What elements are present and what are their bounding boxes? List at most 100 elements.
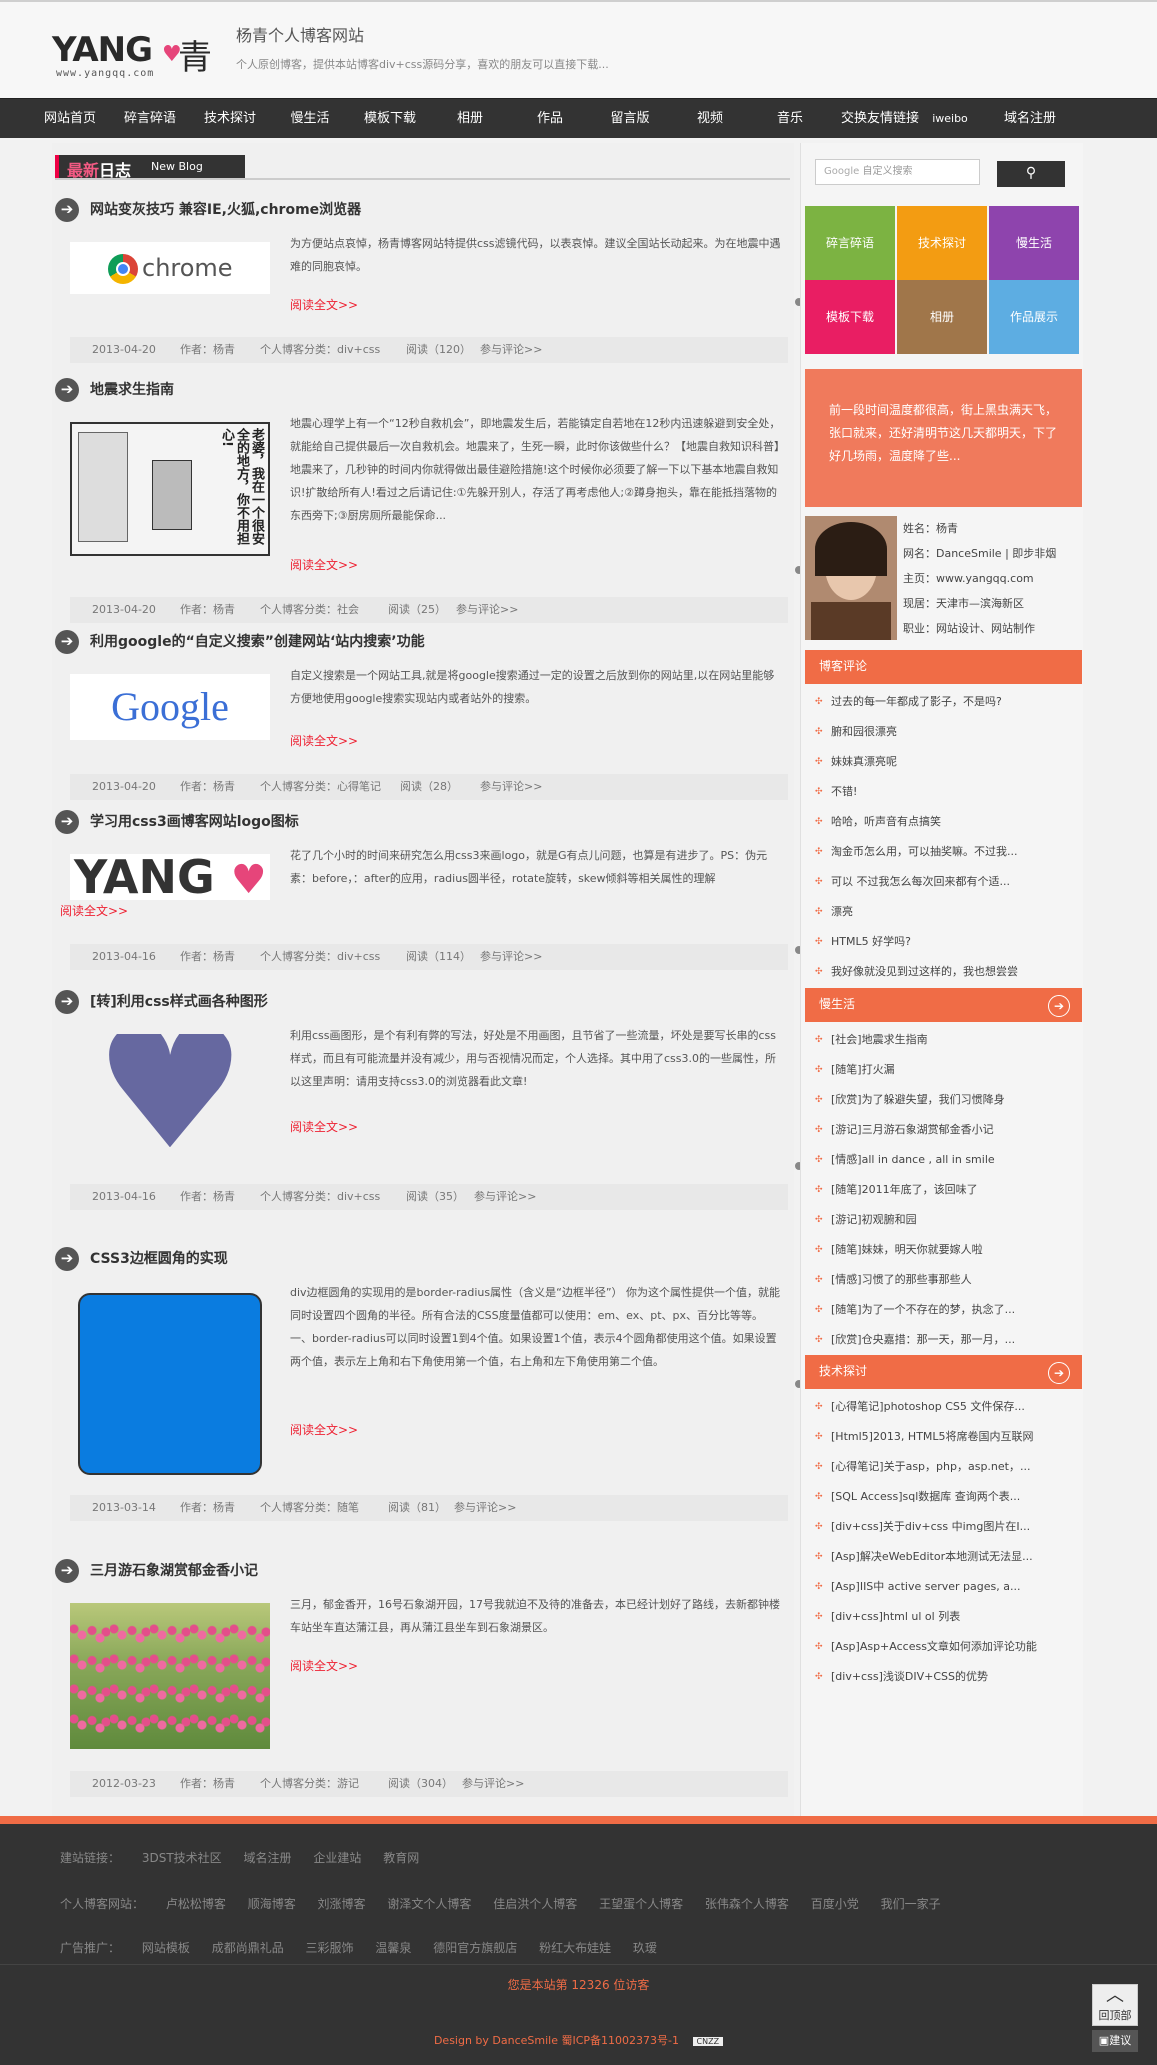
footer-link[interactable]: 温馨泉 [375, 1941, 411, 1955]
footer-link[interactable]: 德阳官方旗舰店 [433, 1941, 517, 1955]
footer-link[interactable]: 张伟森个人博客 [705, 1897, 789, 1911]
comment-item[interactable]: 淘金币怎么用，可以抽奖嘛。不过我... [815, 837, 1075, 867]
slowlife-item[interactable]: [游记]三月游石象湖赏郁金香小记 [815, 1115, 1075, 1145]
slowlife-item[interactable]: [欣赏]仓央嘉措：那一天，那一月，... [815, 1325, 1075, 1355]
post-thumbnail[interactable]: Google [70, 674, 270, 740]
footer-link[interactable]: 企业建站 [313, 1851, 361, 1865]
post-title[interactable]: 三月游石象湖赏郁金香小记 [90, 1560, 258, 1580]
footer-link[interactable]: 教育网 [383, 1851, 419, 1865]
post-title[interactable]: 利用google的“自定义搜索”创建网站‘站内搜索’功能 [90, 631, 425, 651]
search-button[interactable]: ⚲ [997, 161, 1065, 187]
footer-link[interactable]: 网站模板 [142, 1941, 190, 1955]
slowlife-item[interactable]: [随笔]2011年底了，该回味了 [815, 1175, 1075, 1205]
nav-item-notes[interactable]: 碎言碎语 [110, 99, 190, 139]
footer-link[interactable]: 粉红大布娃娃 [539, 1941, 611, 1955]
search-input[interactable]: Google 自定义搜索 [815, 159, 980, 185]
site-logo[interactable]: YANG ♥ 青 www.yangqq.com [52, 30, 222, 80]
read-more-link[interactable]: 阅读全文>> [290, 556, 358, 573]
post-category[interactable]: 个人博客分类：社会 [260, 597, 359, 623]
nav-item-tech[interactable]: 技术探讨 [190, 99, 270, 139]
tile-templates[interactable]: 模板下载 [805, 280, 895, 354]
tile-notes[interactable]: 碎言碎语 [805, 206, 895, 280]
post-category[interactable]: 个人博客分类：随笔 [260, 1495, 359, 1521]
slowlife-item[interactable]: [情感]all in dance , all in smile [815, 1145, 1075, 1175]
nav-item-music[interactable]: 音乐 [750, 99, 830, 139]
tech-item[interactable]: [心得笔记]关于asp，php，asp.net，... [815, 1452, 1075, 1482]
post-title[interactable]: 学习用css3画博客网站logo图标 [90, 811, 299, 831]
tech-item[interactable]: [SQL Access]sql数据库 查询两个表... [815, 1482, 1075, 1512]
slowlife-item[interactable]: [社会]地震求生指南 [815, 1025, 1075, 1055]
footer-link[interactable]: 卢松松博客 [166, 1897, 226, 1911]
nav-item-iweibo[interactable]: iweibo [910, 99, 990, 139]
post-title[interactable]: [转]利用css样式画各种图形 [90, 991, 268, 1011]
post-thumbnail[interactable]: ♥ [70, 1034, 270, 1174]
post-thumbnail[interactable]: 老婆，我在一个很安全的地方，你不用担心! [70, 422, 270, 556]
slowlife-item[interactable]: [欣赏]为了躲避失望，我们习惯降身 [815, 1085, 1075, 1115]
footer-link[interactable]: 顺海博客 [248, 1897, 296, 1911]
tile-slowlife[interactable]: 慢生活 [989, 206, 1079, 280]
nav-item-video[interactable]: 视频 [670, 99, 750, 139]
post-category[interactable]: 个人博客分类：div+css [260, 337, 380, 363]
tech-item[interactable]: [心得笔记]photoshop CS5 文件保存... [815, 1392, 1075, 1422]
post-category[interactable]: 个人博客分类：心得笔记 [260, 774, 381, 800]
arrow-right-icon[interactable]: ➔ [1048, 995, 1070, 1017]
slowlife-item[interactable]: [随笔]为了一个不存在的梦，执念了... [815, 1295, 1075, 1325]
post-title[interactable]: CSS3边框圆角的实现 [90, 1248, 228, 1268]
post-category[interactable]: 个人博客分类：div+css [260, 944, 380, 970]
footer-link[interactable]: 佳启洪个人博客 [493, 1897, 577, 1911]
footer-link[interactable]: 域名注册 [244, 1851, 292, 1865]
post-thumbnail[interactable]: chrome [70, 242, 270, 294]
read-more-link[interactable]: 阅读全文>> [290, 1118, 358, 1135]
post-category[interactable]: 个人博客分类：div+css [260, 1184, 380, 1210]
post-title[interactable]: 地震求生指南 [90, 379, 174, 399]
tech-item[interactable]: [div+css]浅谈DIV+CSS的优势 [815, 1662, 1075, 1692]
comment-item[interactable]: 漂亮 [815, 897, 1075, 927]
footer-link[interactable]: 我们一家子 [881, 1897, 941, 1911]
arrow-right-icon[interactable]: ➔ [1048, 1362, 1070, 1384]
tech-item[interactable]: [div+css]关于div+css 中img图片在I... [815, 1512, 1075, 1542]
footer-link[interactable]: 成都尚鼎礼品 [212, 1941, 284, 1955]
comment-item[interactable]: 哈哈，听声音有点搞笑 [815, 807, 1075, 837]
comment-item[interactable]: 过去的每一年都成了影子，不是吗? [815, 687, 1075, 717]
nav-item-slowlife[interactable]: 慢生活 [270, 99, 350, 139]
footer-link[interactable]: 谢泽文个人博客 [387, 1897, 471, 1911]
tile-tech[interactable]: 技术探讨 [897, 206, 987, 280]
tech-item[interactable]: [Html5]2013, HTML5将席卷国内互联网 [815, 1422, 1075, 1452]
tech-item[interactable]: [Asp]IIS中 active server pages, a... [815, 1572, 1075, 1602]
read-more-link[interactable]: 阅读全文>> [290, 1421, 358, 1438]
post-comment-link[interactable]: 参与评论>> [456, 597, 518, 623]
footer-link[interactable]: 三彩服饰 [306, 1941, 354, 1955]
post-category[interactable]: 个人博客分类：游记 [260, 1771, 359, 1797]
suggest-button[interactable]: ▣建议 [1092, 2030, 1138, 2052]
footer-link[interactable]: 王望蛋个人博客 [599, 1897, 683, 1911]
comment-item[interactable]: 可以 不过我怎么每次回来都有个适... [815, 867, 1075, 897]
nav-item-domain[interactable]: 域名注册 [990, 99, 1070, 139]
read-more-link[interactable]: 阅读全文>> [290, 732, 358, 749]
read-more-link[interactable]: 阅读全文>> [60, 902, 128, 919]
footer-link[interactable]: 玖瑷 [633, 1941, 657, 1955]
slowlife-item[interactable]: [情感]习惯了的那些事那些人 [815, 1265, 1075, 1295]
nav-item-guestbook[interactable]: 留言版 [590, 99, 670, 139]
footer-link[interactable]: 百度小党 [811, 1897, 859, 1911]
read-more-link[interactable]: 阅读全文>> [290, 1657, 358, 1674]
cnzz-badge[interactable]: CNZZ [692, 2037, 724, 2046]
slowlife-item[interactable]: [游记]初观腑和园 [815, 1205, 1075, 1235]
tech-item[interactable]: [div+css]html ul ol 列表 [815, 1602, 1075, 1632]
comment-item[interactable]: 腑和园很漂亮 [815, 717, 1075, 747]
post-comment-link[interactable]: 参与评论>> [480, 944, 542, 970]
post-comment-link[interactable]: 参与评论>> [474, 1184, 536, 1210]
post-comment-link[interactable]: 参与评论>> [480, 774, 542, 800]
footer-link[interactable]: 3DST技术社区 [142, 1851, 222, 1865]
post-comment-link[interactable]: 参与评论>> [480, 337, 542, 363]
comment-item[interactable]: 妹妹真漂亮呢 [815, 747, 1075, 777]
post-thumbnail[interactable] [70, 1603, 270, 1749]
back-to-top-button[interactable]: ︿ 回顶部 [1092, 1984, 1138, 2026]
footer-link[interactable]: 刘涨博客 [318, 1897, 366, 1911]
post-thumbnail[interactable]: YANG ♥ [70, 854, 270, 900]
slowlife-item[interactable]: [随笔]妹妹，明天你就要嫁人啦 [815, 1235, 1075, 1265]
nav-item-templates[interactable]: 模板下载 [350, 99, 430, 139]
comment-item[interactable]: 不错! [815, 777, 1075, 807]
comment-item[interactable]: HTML5 好学吗? [815, 927, 1075, 957]
tech-item[interactable]: [Asp]解决eWebEditor本地测试无法显... [815, 1542, 1075, 1572]
slowlife-item[interactable]: [随笔]打火漏 [815, 1055, 1075, 1085]
